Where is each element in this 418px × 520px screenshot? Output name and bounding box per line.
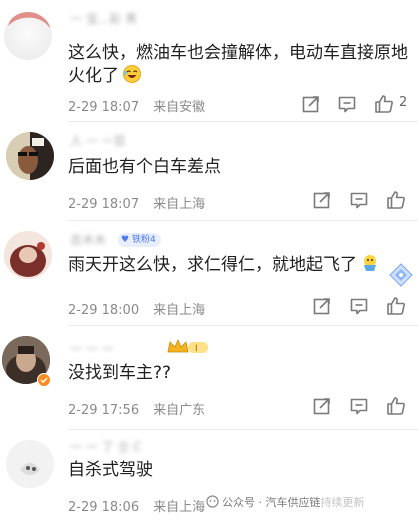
share-icon[interactable] xyxy=(311,189,333,211)
comment-location: 来自上海 xyxy=(153,500,206,515)
reply-icon[interactable] xyxy=(348,189,370,211)
comment-actions xyxy=(298,189,416,211)
comment-date: 2-29 17:56 xyxy=(68,403,140,418)
like-icon[interactable] xyxy=(373,93,395,115)
rocket-emoji-icon xyxy=(360,253,380,282)
avatar[interactable] xyxy=(6,132,54,180)
comment-item: 一 宝...彩 靑 这么快，燃油车也会撞解体，电动车直接原地 火化了 2-29 … xyxy=(0,0,418,122)
share-icon[interactable] xyxy=(311,295,333,317)
comment-location: 来自上海 xyxy=(153,303,206,318)
fan-heart-icon: ♥ xyxy=(121,235,130,245)
laughing-emoji-icon xyxy=(122,64,142,93)
svg-text:I: I xyxy=(195,344,198,354)
like-icon[interactable] xyxy=(385,295,407,317)
comment-text-cont: 火化了 xyxy=(68,66,119,86)
comment-location: 来自广东 xyxy=(153,403,206,418)
comment-text: 后面也有个白车差点 xyxy=(68,157,221,177)
comment-location: 来自安徽 xyxy=(153,100,206,115)
share-icon[interactable] xyxy=(300,93,322,115)
comment-actions xyxy=(298,295,416,317)
comment-meta: 2-29 18:07 来自安徽 xyxy=(68,96,205,115)
comment-item: 吉木木 ♥ 铁粉4 雨天开这么快，求仁得仁，就地起飞了 2-29 18:00 来自… xyxy=(0,221,418,326)
comment-date: 2-29 18:00 xyxy=(68,303,140,318)
sparkle-diamond-icon xyxy=(389,263,413,287)
comment-text: 没找到车主?? xyxy=(68,363,172,383)
username[interactable]: 人 一 一百 xyxy=(70,132,148,146)
fan-badge-label: 铁粉4 xyxy=(131,235,156,245)
username[interactable]: 吉木木 xyxy=(70,231,114,245)
username[interactable]: 一 宝...彩 靑 xyxy=(70,10,180,24)
avatar[interactable] xyxy=(4,12,52,60)
like-icon[interactable] xyxy=(385,395,407,417)
share-icon[interactable] xyxy=(311,395,333,417)
like-count: 2 xyxy=(399,95,408,110)
comment-text-main: 雨天开这么快，求仁得仁，就地起飞了 xyxy=(68,255,357,275)
comment-meta: 2-29 18:00 来自上海 xyxy=(68,299,205,318)
avatar[interactable] xyxy=(4,231,52,279)
comment-date: 2-29 18:07 xyxy=(68,100,140,115)
wechat-official-account-watermark: 公众号 · 汽车供应链持续更新 xyxy=(206,494,365,510)
comment-item: 人 一 一百 后面也有个白车差点 2-29 18:07 来自上海 xyxy=(0,122,418,221)
comment-text: 雨天开这么快，求仁得仁，就地起飞了 xyxy=(68,252,380,282)
watermark-label: 公众号 · 汽车供应链 xyxy=(222,496,321,509)
reply-icon[interactable] xyxy=(348,395,370,417)
comment-item: 一 一 一 I 没找到车主?? 2-29 17:56 来自广东 xyxy=(0,326,418,430)
comment-meta: 2-29 17:56 来自广东 xyxy=(68,399,205,418)
comment-list: 一 宝...彩 靑 这么快，燃油车也会撞解体，电动车直接原地 火化了 2-29 … xyxy=(0,0,418,520)
comment-date: 2-29 18:07 xyxy=(68,197,140,212)
verified-badge-icon xyxy=(37,372,51,387)
watermark-faded-text: 持续更新 xyxy=(320,496,365,509)
comment-text-line2: 火化了 xyxy=(68,63,142,93)
comment-meta: 2-29 18:07 来自上海 xyxy=(68,193,205,212)
username[interactable]: 一 一 一 xyxy=(70,340,162,354)
reply-icon[interactable] xyxy=(336,93,358,115)
comment-actions xyxy=(298,395,416,417)
wechat-icon xyxy=(206,495,219,508)
comment-date: 2-29 18:06 xyxy=(68,500,140,515)
reply-icon[interactable] xyxy=(348,295,370,317)
comment-actions: 2 xyxy=(298,93,416,115)
comment-text: 自杀式驾驶 xyxy=(68,460,153,480)
vip-crown-badge-icon: I xyxy=(166,338,210,360)
comment-location: 来自上海 xyxy=(153,197,206,212)
like-icon[interactable] xyxy=(385,189,407,211)
username[interactable]: 一 一 了 仝 C xyxy=(70,438,170,452)
avatar[interactable] xyxy=(6,440,54,488)
comment-meta: 2-29 18:06 来自上海 xyxy=(68,496,205,515)
fan-level-badge: ♥ 铁粉4 xyxy=(118,233,161,247)
